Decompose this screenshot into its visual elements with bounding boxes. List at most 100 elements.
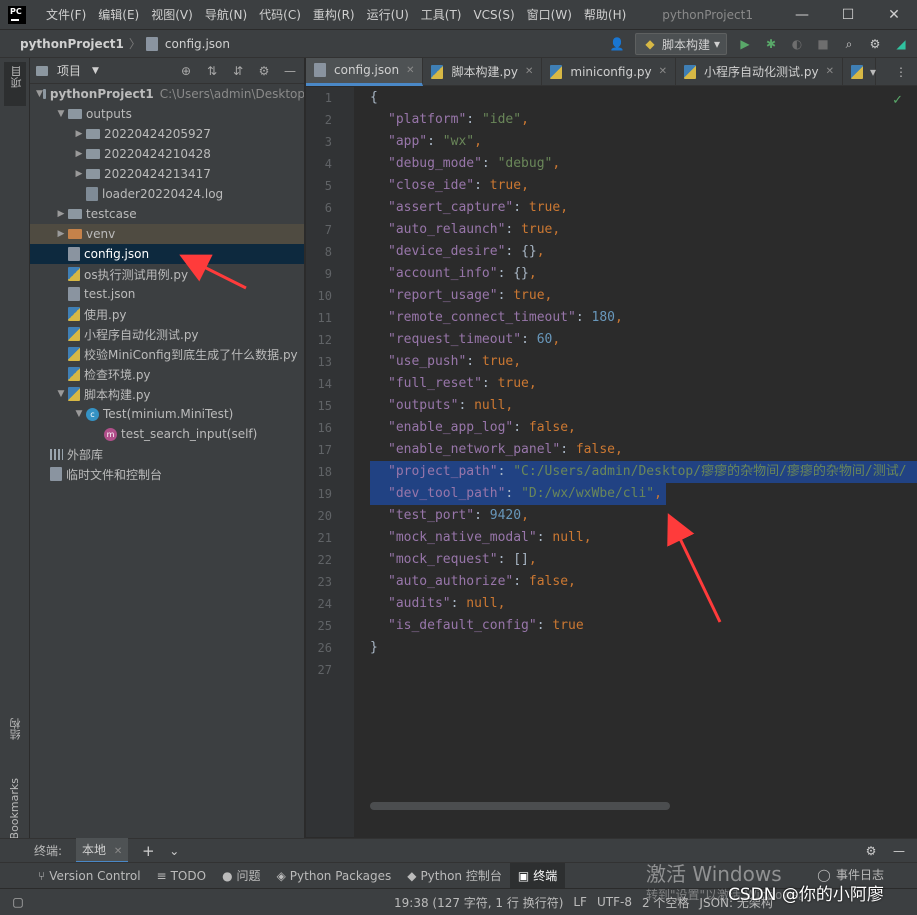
maximize-button[interactable]: ☐ [825,0,871,30]
chevron-right-icon[interactable]: ▶ [54,209,68,219]
menu-item[interactable]: 运行(U) [361,0,415,30]
close-window-button[interactable]: ✕ [871,0,917,30]
bookmarks-tool-label[interactable]: Bookmarks [8,778,21,839]
close-icon[interactable]: ✕ [114,846,122,857]
search-icon[interactable]: ⌕ [841,36,857,52]
project-tool-button[interactable]: 项目 [4,62,26,106]
coverage-icon[interactable]: ◐ [789,36,805,52]
tree-item[interactable]: ▼ outputs [30,104,304,124]
menu-item[interactable]: 视图(V) [145,0,199,30]
menu-item[interactable]: 窗口(W) [521,0,578,30]
run-config-selector[interactable]: ◆ 脚本构建 ▾ [634,33,727,55]
tree-item[interactable]: ▶ testcase [30,204,304,224]
jetbrains-icon[interactable]: ◢ [893,36,909,52]
editor-tab[interactable]: miniconfig.py ✕ [542,57,677,86]
locate-icon[interactable]: ⊕ [178,63,194,79]
hide-icon[interactable]: — [891,843,907,859]
user-icon[interactable]: 👤 [609,36,625,52]
more-options-icon[interactable]: ⋮ [893,64,909,80]
minimize-button[interactable]: — [779,0,825,30]
tree-item[interactable]: loader20220424.log [30,184,304,204]
editor-tab[interactable]: config.json ✕ [306,57,424,86]
json-comma: , [474,134,482,149]
expand-all-icon[interactable]: ⇅ [204,63,220,79]
close-tab-icon[interactable]: ✕ [659,66,667,77]
close-tab-icon[interactable]: ✕ [525,66,533,77]
tree-item[interactable]: 检查环境.py [30,364,304,384]
line-separator[interactable]: LF [573,895,587,909]
settings-icon[interactable]: ⚙ [867,36,883,52]
hide-icon[interactable]: — [282,63,298,79]
chevron-down-icon[interactable]: ⌄ [166,843,182,859]
tree-item[interactable]: 使用.py [30,304,304,324]
menu-item[interactable]: 帮助(H) [578,0,632,30]
breadcrumb-project[interactable]: pythonProject1 [20,37,124,51]
tree-item[interactable]: ▼ 脚本构建.py [30,384,304,404]
tree-item[interactable]: 校验MiniConfig到底生成了什么数据.py [30,344,304,364]
tree-item[interactable]: ▶ venv [30,224,304,244]
editor-tab[interactable]: 脚本构建.py ✕ [423,57,543,86]
tool-window-button[interactable]: ◈ Python Packages [269,863,400,889]
chevron-down-icon[interactable]: ▼ [54,389,68,399]
file-encoding[interactable]: UTF-8 [597,895,632,909]
gear-icon[interactable]: ⚙ [256,63,272,79]
no-problems-check-icon[interactable]: ✓ [892,93,903,108]
code-line: 24 "audits": null, [306,593,917,615]
add-terminal-icon[interactable]: + [140,842,156,860]
tool-window-button[interactable]: ● 问题 [214,863,269,889]
python-file-icon [68,387,80,401]
menu-item[interactable]: 文件(F) [40,0,92,30]
tool-window-button[interactable]: ▣ 终端 [509,862,566,889]
layout-icon[interactable]: ▢ [10,894,26,910]
tree-item[interactable]: m test_search_input(self) [30,424,304,444]
chevron-right-icon[interactable]: ▶ [72,149,86,159]
tree-item[interactable]: config.json [30,244,304,264]
tree-item[interactable]: ▼ c Test(minium.MiniTest) [30,404,304,424]
tree-item[interactable]: ▶ 20220424205927 [30,124,304,144]
stop-icon[interactable]: ■ [815,36,831,52]
menu-item[interactable]: 重构(R) [307,0,361,30]
tree-item[interactable]: ▶ 20220424210428 [30,144,304,164]
tree-item[interactable]: 临时文件和控制台 [30,464,304,484]
tree-item[interactable]: os执行测试用例.py [30,264,304,284]
menu-item[interactable]: 工具(T) [415,0,468,30]
run-icon[interactable]: ▶ [737,36,753,52]
json-key: "enable_app_log" [388,420,514,435]
gear-icon[interactable]: ⚙ [863,843,879,859]
chevron-right-icon[interactable]: ▶ [54,229,68,239]
menu-item[interactable]: 编辑(E) [92,0,145,30]
caret-position[interactable]: 19:38 (127 字符, 1 行 换行符) [394,894,563,911]
tree-item[interactable]: ▼ pythonProject1 C:\Users\admin\Desktop [30,84,304,104]
tree-item[interactable]: 小程序自动化测试.py [30,324,304,344]
chevron-down-icon[interactable]: ▼ [54,109,68,119]
tool-window-button[interactable]: ≡ TODO [149,863,215,889]
line-number: 21 [317,531,332,545]
chevron-down-icon[interactable]: ▼ [92,66,99,76]
close-tab-icon[interactable]: ✕ [826,66,834,77]
chevron-down-icon[interactable]: ▼ [72,409,86,419]
tree-item[interactable]: test.json [30,284,304,304]
tool-window-button[interactable]: ⑂ Version Control [30,863,149,889]
menu-item[interactable]: 代码(C) [253,0,307,30]
tabs-overflow-icon[interactable]: ▾ [865,64,881,80]
line-number: 11 [317,311,332,325]
collapse-all-icon[interactable]: ⇵ [230,63,246,79]
tool-window-button[interactable]: ◆ Python 控制台 [399,863,510,889]
tree-item[interactable]: ▶ 20220424213417 [30,164,304,184]
menu-item[interactable]: VCS(S) [467,0,520,30]
chevron-right-icon[interactable]: ▶ [72,129,86,139]
chevron-down-icon[interactable]: ▼ [36,89,43,99]
project-panel-title[interactable]: 项目 [57,62,81,79]
horizontal-scrollbar[interactable] [370,802,670,810]
menu-item[interactable]: 导航(N) [199,0,253,30]
terminal-tab-local[interactable]: 本地 ✕ [76,838,129,863]
code-line: 20 "test_port": 9420, [306,505,917,527]
code-editor[interactable]: 1{2 "platform": "ide", 3 "app": "wx", 4 "debu… [306,87,917,837]
breadcrumb-file[interactable]: config.json [145,36,230,51]
tree-item[interactable]: 外部库 [30,444,304,464]
editor-tab[interactable]: 小程序自动化测试.py ✕ [676,57,843,86]
chevron-right-icon[interactable]: ▶ [72,169,86,179]
debug-icon[interactable]: ✱ [763,36,779,52]
close-tab-icon[interactable]: ✕ [406,65,414,76]
structure-tool-label[interactable]: 结构 [8,718,24,740]
